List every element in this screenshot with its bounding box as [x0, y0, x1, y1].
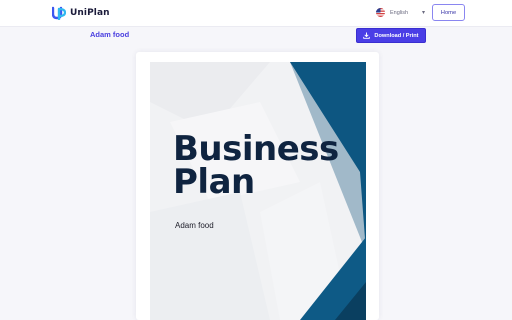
language-label: English	[390, 9, 409, 16]
download-icon	[363, 32, 371, 39]
cover-subtitle: Adam food	[175, 221, 214, 230]
home-button[interactable]: Home	[432, 4, 465, 21]
top-navigation-bar: UniPlan English ▾ Home	[0, 0, 512, 27]
uniplan-logo[interactable]: UniPlan	[52, 5, 110, 21]
document-title: Adam food	[90, 30, 130, 39]
app-name: UniPlan	[70, 8, 110, 18]
cover-title: Business Plan	[173, 132, 339, 202]
language-selector[interactable]: English ▾	[376, 6, 425, 19]
cover-title-line-2: Plan	[173, 162, 255, 202]
download-print-button[interactable]: Download / Print	[356, 28, 426, 43]
us-flag-icon	[376, 8, 385, 17]
download-print-label: Download / Print	[374, 32, 419, 39]
chevron-down-icon: ▾	[422, 10, 426, 16]
uniplan-logo-icon	[52, 6, 66, 20]
